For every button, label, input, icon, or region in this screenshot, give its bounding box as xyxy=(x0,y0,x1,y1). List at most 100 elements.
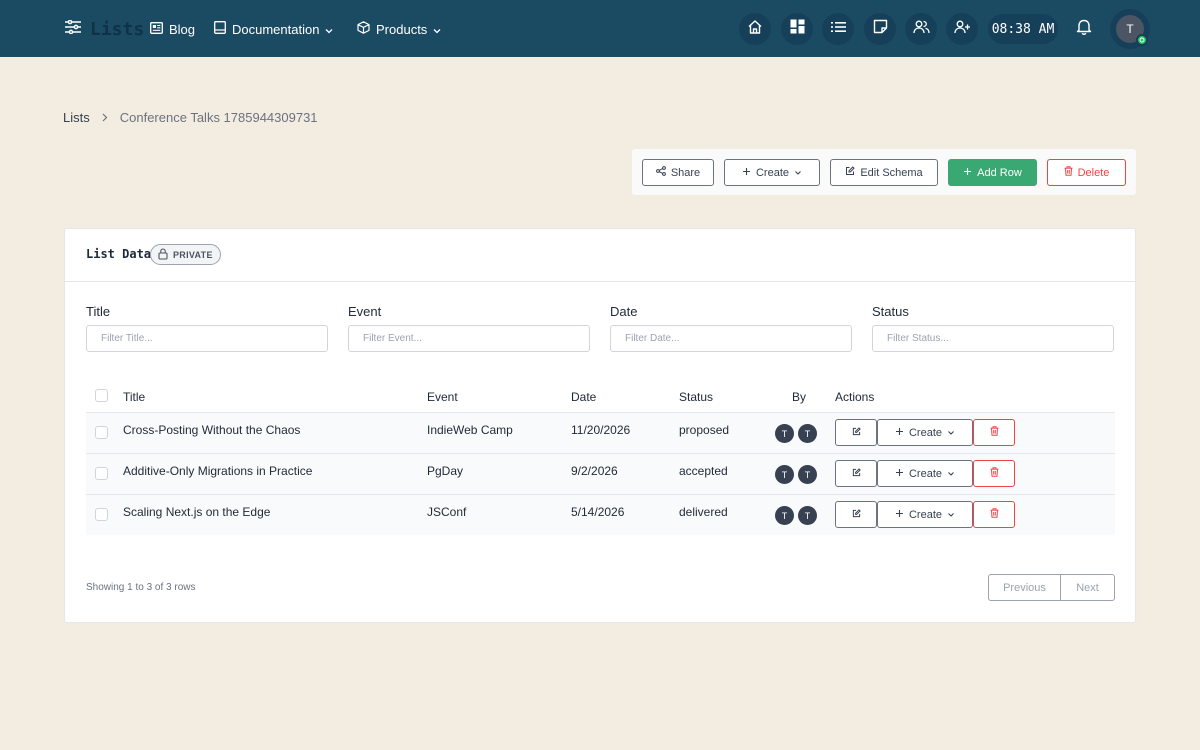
row-title: Scaling Next.js on the Edge xyxy=(123,505,271,519)
row-date: 11/20/2026 xyxy=(571,423,631,437)
notes-button[interactable] xyxy=(864,13,896,45)
row-event: IndieWeb Camp xyxy=(427,423,513,437)
row-checkbox[interactable] xyxy=(95,426,108,439)
filter-status-label: Status xyxy=(872,304,909,319)
filter-status-input[interactable] xyxy=(872,325,1114,352)
breadcrumb-lists[interactable]: Lists xyxy=(63,110,90,125)
row-status: delivered xyxy=(679,505,728,519)
row-edit-button[interactable] xyxy=(835,501,877,528)
edit-schema-button[interactable]: Edit Schema xyxy=(830,159,938,186)
edit-schema-label: Edit Schema xyxy=(860,166,923,179)
row-create-dropdown-button[interactable]: Create xyxy=(877,501,973,528)
nav-products-label: Products xyxy=(376,21,428,37)
privacy-badge: PRIVATE xyxy=(150,244,221,265)
list-icon xyxy=(830,20,846,38)
user-plus-icon xyxy=(953,20,971,39)
lists-button[interactable] xyxy=(822,13,854,45)
table-row: Cross-Posting Without the Chaos IndieWeb… xyxy=(86,412,1115,453)
column-header-title: Title xyxy=(123,390,146,404)
filter-date-input[interactable] xyxy=(610,325,852,352)
chevron-right-icon xyxy=(102,110,108,125)
row-event: JSConf xyxy=(427,505,467,519)
share-label: Share xyxy=(670,166,701,179)
add-user-button[interactable] xyxy=(946,13,978,45)
row-title: Cross-Posting Without the Chaos xyxy=(123,423,301,437)
dashboard-button[interactable] xyxy=(781,13,813,45)
row-edit-button[interactable] xyxy=(835,460,877,487)
nav-blog-label: Blog xyxy=(169,21,196,37)
box-icon xyxy=(357,21,370,37)
pagination: Previous Next xyxy=(988,574,1115,601)
row-create-dropdown-button[interactable]: Create xyxy=(877,419,973,446)
plus-icon xyxy=(742,167,751,179)
plus-icon xyxy=(895,427,904,439)
delete-list-button[interactable]: Delete xyxy=(1047,159,1126,186)
plus-icon xyxy=(895,468,904,480)
row-create-dropdown-button[interactable]: Create xyxy=(877,460,973,487)
nav-products[interactable]: Products xyxy=(357,19,441,39)
row-status: accepted xyxy=(679,464,728,478)
filter-date-label: Date xyxy=(610,304,638,319)
create-dropdown-button[interactable]: Create xyxy=(724,159,820,186)
row-checkbox[interactable] xyxy=(95,508,108,521)
editor-avatar: T xyxy=(798,506,817,525)
author-avatar: T xyxy=(775,506,794,525)
edit-icon xyxy=(852,426,861,439)
share-icon xyxy=(655,166,666,179)
list-toolbar: Share Create Edit Schema Add Row Delete xyxy=(632,149,1136,195)
add-row-label: Add Row xyxy=(977,166,1022,179)
add-row-button[interactable]: Add Row xyxy=(948,159,1037,186)
next-page-button[interactable]: Next xyxy=(1061,575,1114,600)
book-icon xyxy=(214,21,226,37)
breadcrumb-current: Conference Talks 1785944309731 xyxy=(119,109,318,125)
chevron-down-icon xyxy=(325,22,333,37)
row-date: 9/2/2026 xyxy=(571,464,618,478)
row-create-label: Create xyxy=(908,508,943,521)
column-header-actions: Actions xyxy=(835,390,875,404)
row-checkbox[interactable] xyxy=(95,467,108,480)
row-delete-button[interactable] xyxy=(973,460,1015,487)
home-button[interactable] xyxy=(739,13,771,45)
row-delete-button[interactable] xyxy=(973,419,1015,446)
column-header-date: Date xyxy=(571,390,597,404)
edit-icon xyxy=(852,467,861,480)
filter-title-label: Title xyxy=(86,304,111,319)
nav-documentation[interactable]: Documentation xyxy=(214,19,333,39)
filter-event-input[interactable] xyxy=(348,325,590,352)
plus-icon xyxy=(963,167,972,179)
breadcrumb: Lists Conference Talks 1785944309731 xyxy=(63,108,318,126)
trash-icon xyxy=(990,467,999,480)
author-avatar: T xyxy=(775,424,794,443)
notifications-button[interactable] xyxy=(1073,18,1095,40)
row-delete-button[interactable] xyxy=(973,501,1015,528)
trash-icon xyxy=(1064,166,1073,179)
row-event: PgDay xyxy=(427,464,464,478)
previous-page-button[interactable]: Previous xyxy=(989,575,1061,600)
brand-name: Lists xyxy=(90,18,145,40)
bell-icon xyxy=(1076,18,1092,40)
filter-title-input[interactable] xyxy=(86,325,328,352)
edit-icon xyxy=(852,508,861,521)
chevron-down-icon xyxy=(947,509,955,521)
create-label: Create xyxy=(755,166,790,179)
chevron-down-icon xyxy=(433,22,441,37)
edit-icon xyxy=(845,166,856,179)
row-create-label: Create xyxy=(908,426,943,439)
table-row: Additive-Only Migrations in Practice PgD… xyxy=(86,453,1115,494)
users-button[interactable] xyxy=(905,13,937,45)
chevron-down-icon xyxy=(794,167,802,179)
brand[interactable]: Lists xyxy=(64,17,144,41)
editor-avatar: T xyxy=(798,424,817,443)
editor-avatar: T xyxy=(798,465,817,484)
card-title: List Data xyxy=(86,247,152,261)
sliders-icon xyxy=(64,19,82,39)
trash-icon xyxy=(990,426,999,439)
share-button[interactable]: Share xyxy=(642,159,714,186)
users-icon xyxy=(912,20,930,39)
note-icon xyxy=(873,19,888,39)
user-menu[interactable]: T xyxy=(1110,9,1150,49)
nav-blog[interactable]: Blog xyxy=(150,19,195,39)
row-edit-button[interactable] xyxy=(835,419,877,446)
column-header-by: By xyxy=(792,390,807,404)
select-all-checkbox[interactable] xyxy=(95,389,108,402)
